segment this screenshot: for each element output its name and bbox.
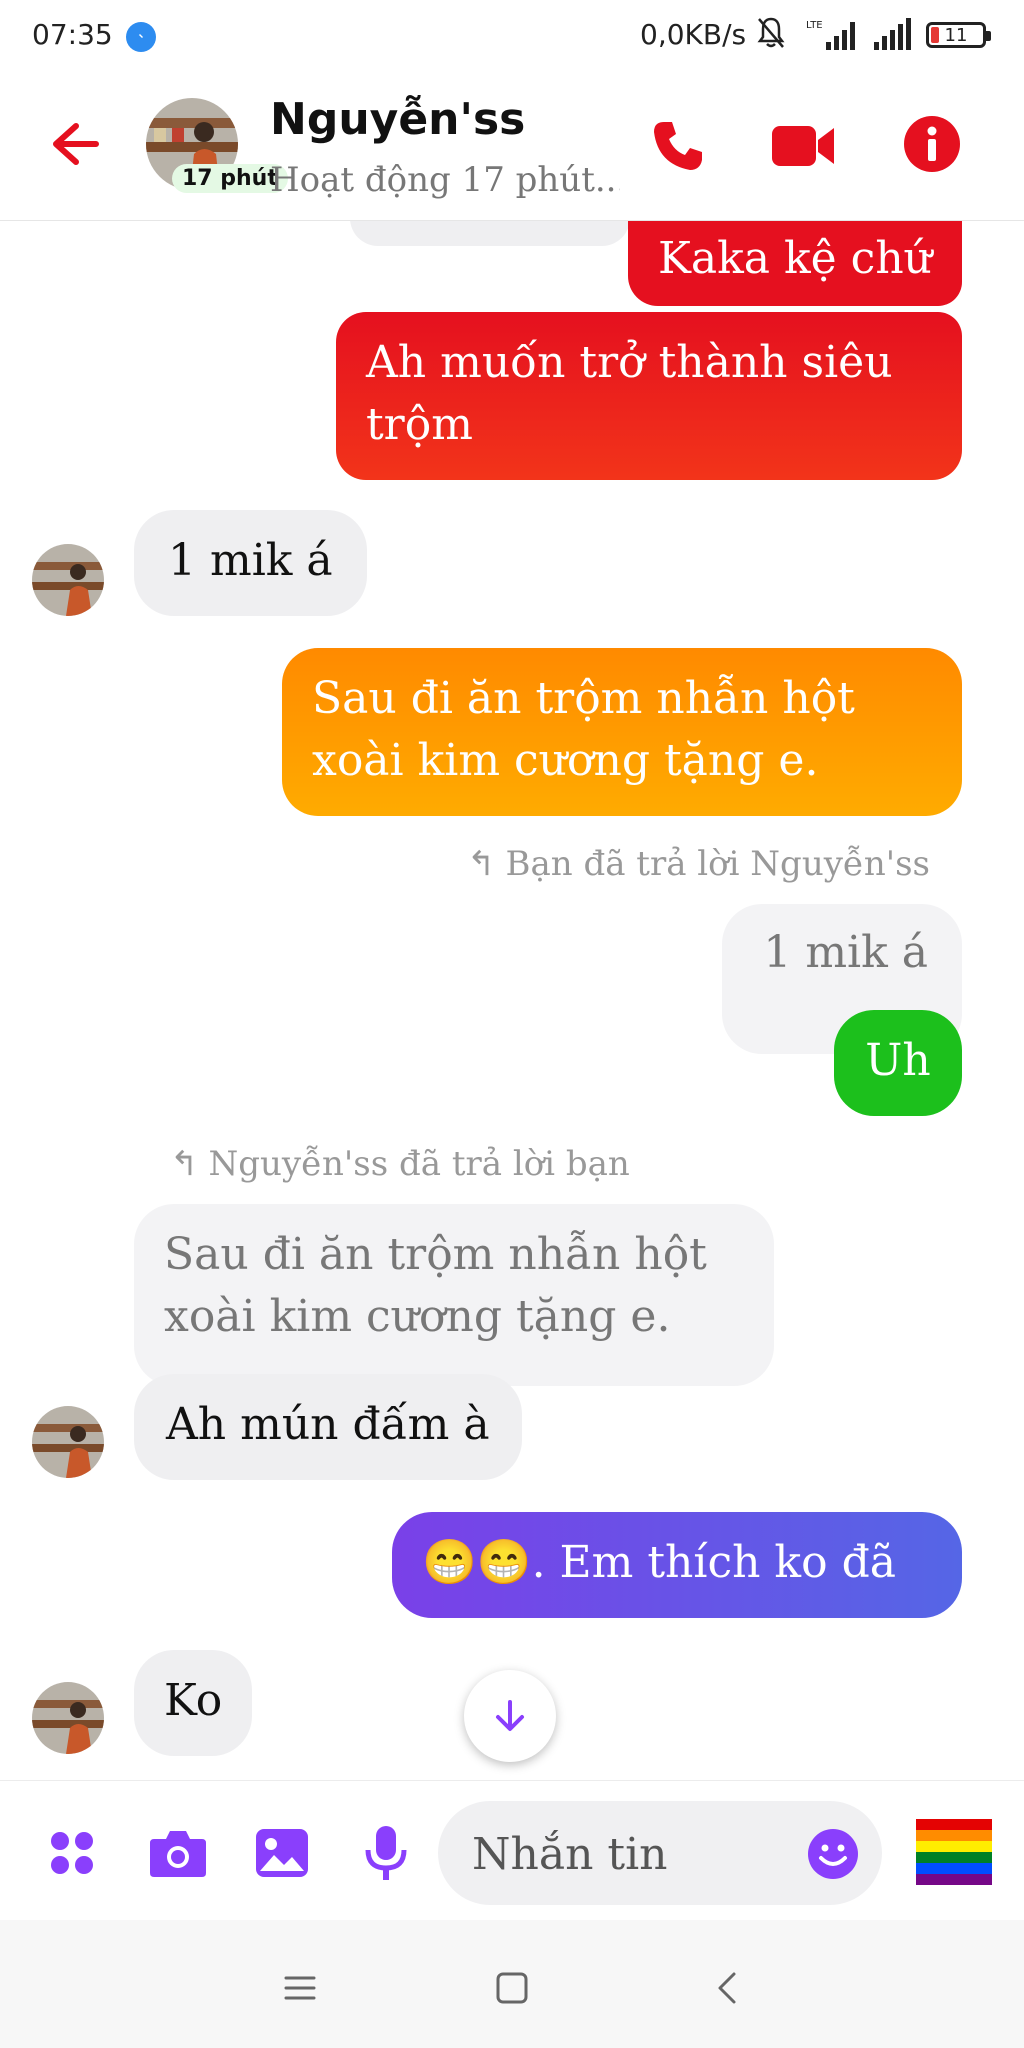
back-icon[interactable] <box>700 1960 756 2016</box>
message-input-container[interactable] <box>438 1801 882 1907</box>
message-bubble-outgoing[interactable]: Sau đi ăn trộm nhẫn hột xoài kim cương t… <box>282 648 962 816</box>
status-bar: 07:35 0,0KB/s LTE 11 <box>0 0 1024 72</box>
message-text: Ah mún đấm à <box>166 1399 490 1450</box>
message-text: Sau đi ăn trộm nhẫn hột xoài kim cương t… <box>312 673 855 786</box>
message-bubble-outgoing[interactable]: 😁😁. Em thích ko đã <box>392 1512 962 1618</box>
contact-avatar-small[interactable] <box>32 544 104 616</box>
status-time: 07:35 <box>32 18 113 51</box>
microphone-icon[interactable] <box>354 1821 418 1885</box>
emoji-icon[interactable] <box>806 1827 860 1881</box>
message-text: 😁😁. Em thích ko đã <box>422 1537 896 1588</box>
message-list[interactable]: Kaka kệ chứ Ah muốn trở thành siêu trộm … <box>0 200 1024 1780</box>
message-text: Uh <box>865 1035 931 1086</box>
reply-note-text: Bạn đã trả lời Nguyễn'ss <box>505 844 930 884</box>
signal-lte-icon: LTE <box>806 20 855 50</box>
back-arrow-icon[interactable] <box>40 112 104 176</box>
message-bubble-outgoing[interactable]: Kaka kệ chứ <box>628 220 962 306</box>
message-bubble-incoming[interactable]: 1 mik á <box>134 510 367 616</box>
gallery-icon[interactable] <box>250 1821 314 1885</box>
info-icon[interactable] <box>900 112 964 176</box>
message-bubble-outgoing[interactable]: Ah muốn trở thành siêu trộm <box>336 312 962 480</box>
phone-icon[interactable] <box>650 118 706 174</box>
message-text: Ko <box>164 1675 223 1726</box>
lte-label: LTE <box>806 20 823 31</box>
home-icon[interactable] <box>484 1960 540 2016</box>
scroll-to-bottom-button[interactable] <box>464 1670 556 1762</box>
reply-arrow-icon: ↰ <box>466 844 496 884</box>
battery-level: 11 <box>944 24 968 46</box>
contact-name[interactable]: Nguyễn'ss <box>270 94 525 145</box>
network-speed: 0,0KB/s <box>640 18 747 51</box>
message-bubble-incoming[interactable]: Ah mún đấm à <box>134 1374 522 1480</box>
bell-muted-icon <box>757 17 785 48</box>
contact-avatar-small[interactable] <box>32 1406 104 1478</box>
video-camera-icon[interactable] <box>770 120 836 172</box>
contact-active-status: Hoạt động 17 phút... <box>270 160 620 200</box>
battery-icon: 11 <box>926 22 991 48</box>
contact-avatar-small[interactable] <box>32 1682 104 1754</box>
messenger-notification-icon <box>126 22 156 52</box>
apps-icon[interactable] <box>40 1821 104 1885</box>
message-bubble-incoming[interactable]: Ko <box>134 1650 253 1756</box>
system-navigation-bar <box>0 1920 1024 2048</box>
rainbow-flag-icon[interactable] <box>912 1815 996 1889</box>
arrow-down-icon <box>496 1700 524 1731</box>
reply-arrow-icon: ↰ <box>170 1144 199 1184</box>
camera-icon[interactable] <box>146 1821 210 1885</box>
message-text: Ah muốn trở thành siêu trộm <box>366 337 893 450</box>
chat-header: 17 phút Nguyễn'ss Hoạt động 17 phút... <box>0 72 1024 221</box>
quoted-text: 1 mik á <box>763 927 928 978</box>
reply-note-text: Nguyễn'ss đã trả lời bạn <box>208 1144 630 1184</box>
reply-note: ↰ Bạn đã trả lời Nguyễn'ss <box>467 844 930 884</box>
quoted-message[interactable]: Sau đi ăn trộm nhẫn hột xoài kim cương t… <box>134 1204 774 1386</box>
message-text: Kaka kệ chứ <box>658 233 932 284</box>
composer-bar <box>0 1780 1024 1921</box>
menu-icon[interactable] <box>272 1960 328 2016</box>
signal-icon <box>874 18 911 50</box>
reply-note: ↰ Nguyễn'ss đã trả lời bạn <box>170 1144 630 1184</box>
quoted-text: Sau đi ăn trộm nhẫn hột xoài kim cương t… <box>164 1229 707 1342</box>
message-input[interactable] <box>470 1801 794 1907</box>
message-text: 1 mik á <box>168 535 333 586</box>
message-bubble-outgoing[interactable]: Uh <box>834 1010 962 1116</box>
